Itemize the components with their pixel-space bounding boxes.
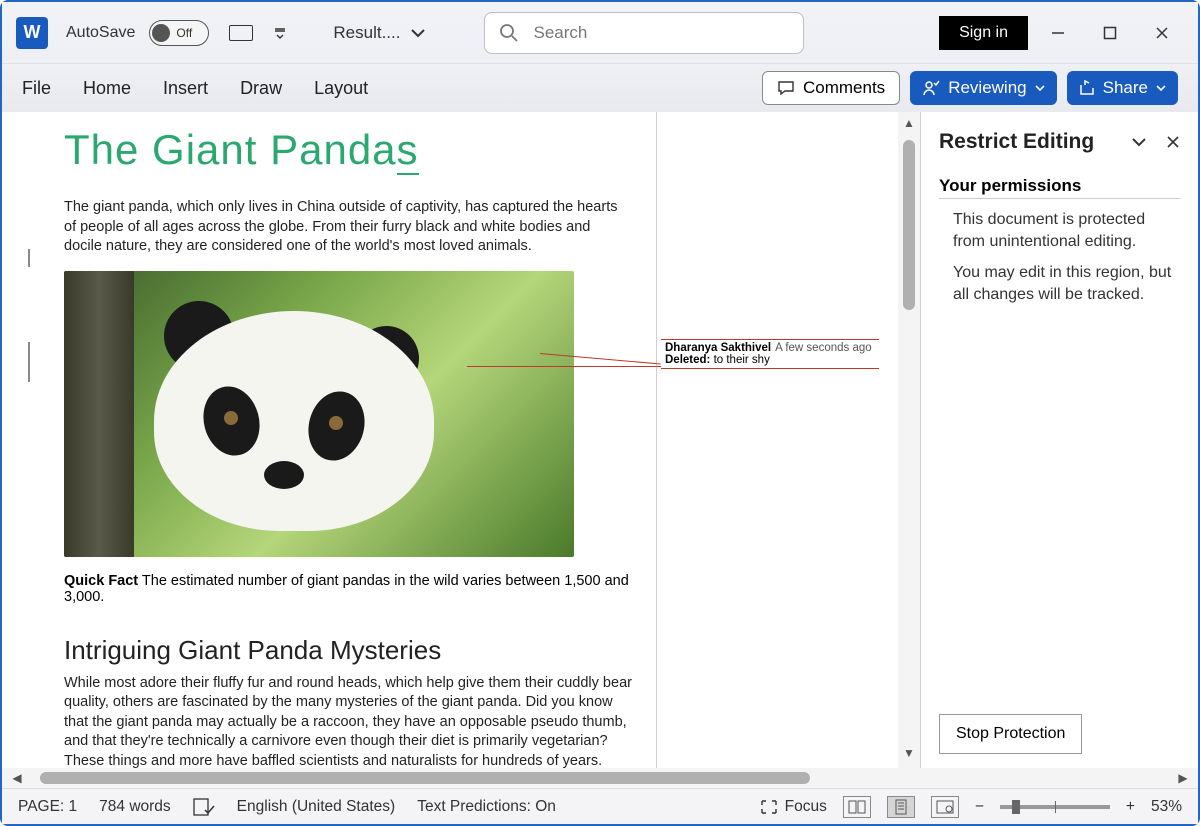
status-bar: PAGE: 1 784 words English (United States…	[2, 788, 1198, 824]
permissions-text-2: You may edit in this region, but all cha…	[953, 262, 1180, 305]
pane-header: Restrict Editing	[939, 130, 1180, 154]
reviewing-label: Reviewing	[948, 78, 1026, 98]
document-name[interactable]: Result....	[333, 23, 426, 43]
signin-button[interactable]: Sign in	[939, 16, 1028, 50]
book-icon	[848, 800, 866, 814]
track-change-balloon[interactable]: Dharanya Sakthivel A few seconds ago Dele…	[661, 339, 879, 369]
print-layout-button[interactable]	[887, 796, 915, 818]
zoom-level[interactable]: 53%	[1151, 798, 1182, 816]
read-mode-button[interactable]	[843, 796, 871, 818]
document-title: The Giant Pandas	[64, 126, 632, 174]
restrict-editing-pane: Restrict Editing Your permissions This d…	[920, 112, 1198, 768]
status-predictions[interactable]: Text Predictions: On	[417, 798, 556, 816]
pane-title: Restrict Editing	[939, 130, 1094, 154]
status-word-count[interactable]: 784 words	[99, 798, 171, 816]
scroll-left-icon[interactable]: ◀	[8, 771, 26, 785]
zoom-in-button[interactable]: +	[1126, 798, 1135, 816]
focus-icon	[759, 798, 779, 816]
autosave-label: AutoSave	[66, 24, 135, 42]
ribbon-display-icon[interactable]	[229, 25, 253, 41]
track-content: to their shy	[710, 354, 769, 366]
horizontal-scrollbar[interactable]: ◀ ▶	[2, 768, 1198, 788]
hscroll-thumb[interactable]	[40, 772, 810, 784]
chevron-down-icon	[1035, 84, 1045, 92]
stop-protection-button[interactable]: Stop Protection	[939, 714, 1082, 754]
search-input[interactable]: Search	[484, 12, 804, 54]
status-page[interactable]: PAGE: 1	[18, 798, 77, 816]
vertical-scrollbar[interactable]: ▲ ▼	[898, 112, 920, 768]
search-placeholder: Search	[533, 23, 587, 43]
page-icon	[894, 799, 908, 815]
tab-draw[interactable]: Draw	[240, 78, 282, 99]
scroll-thumb[interactable]	[903, 140, 915, 310]
tab-home[interactable]: Home	[83, 78, 131, 99]
minimize-button[interactable]	[1036, 11, 1080, 55]
search-icon	[499, 23, 519, 43]
qat-customize-icon[interactable]	[273, 26, 287, 40]
scroll-right-icon[interactable]: ▶	[1174, 771, 1192, 785]
tab-insert[interactable]: Insert	[163, 78, 208, 99]
focus-mode-button[interactable]: Focus	[759, 798, 827, 816]
share-icon	[1079, 80, 1095, 96]
title-tracked-char: s	[397, 126, 419, 175]
chevron-down-icon	[410, 28, 426, 38]
scroll-up-icon[interactable]: ▲	[903, 116, 915, 134]
comment-icon	[777, 80, 795, 96]
title-bar: W AutoSave Off Result.... Search Sign in	[2, 2, 1198, 64]
spellcheck-icon	[193, 798, 215, 816]
document-area: The Giant Pandas The giant panda, which …	[2, 112, 898, 768]
close-button[interactable]	[1140, 11, 1184, 55]
chevron-down-icon	[1156, 84, 1166, 92]
quick-fact-label: Quick Fact	[64, 573, 138, 589]
scroll-down-icon[interactable]: ▼	[903, 746, 915, 764]
document-page[interactable]: The Giant Pandas The giant panda, which …	[2, 112, 657, 768]
focus-label: Focus	[785, 798, 827, 816]
title-text: The Giant Panda	[64, 126, 397, 173]
change-marker-icon	[28, 342, 30, 382]
zoom-slider[interactable]	[1000, 805, 1110, 809]
track-time: A few seconds ago	[775, 342, 872, 354]
reviewing-icon	[922, 79, 940, 97]
web-icon	[936, 800, 954, 814]
reviewing-button[interactable]: Reviewing	[910, 71, 1056, 105]
permissions-text-1: This document is protected from unintent…	[953, 209, 1180, 252]
content-area: The Giant Pandas The giant panda, which …	[2, 112, 1198, 768]
tab-file[interactable]: File	[22, 78, 51, 99]
panda-image	[64, 271, 574, 557]
web-layout-button[interactable]	[931, 796, 959, 818]
pane-collapse-button[interactable]	[1130, 136, 1148, 148]
comments-label: Comments	[803, 78, 885, 98]
subheading: Intriguing Giant Panda Mysteries	[64, 635, 632, 666]
body-paragraph-1: The giant panda, which only lives in Chi…	[64, 198, 632, 257]
quick-fact-line: Quick Fact The estimated number of giant…	[64, 573, 632, 605]
tab-layout[interactable]: Layout	[314, 78, 368, 99]
status-language[interactable]: English (United States)	[237, 798, 396, 816]
pane-close-button[interactable]	[1166, 135, 1180, 149]
change-marker-icon	[28, 249, 30, 267]
track-action: Deleted:	[665, 354, 710, 366]
autosave-toggle[interactable]: Off	[149, 20, 209, 46]
track-connector-line	[467, 366, 661, 367]
track-author: Dharanya Sakthivel	[665, 342, 771, 354]
autosave-state: Off	[176, 26, 192, 40]
share-button[interactable]: Share	[1067, 71, 1178, 105]
document-name-text: Result....	[333, 23, 400, 43]
status-spellcheck[interactable]	[193, 798, 215, 816]
ribbon-tabs: File Home Insert Draw Layout Comments Re…	[2, 64, 1198, 112]
permissions-heading: Your permissions	[939, 176, 1180, 199]
toggle-knob-icon	[152, 24, 170, 42]
maximize-button[interactable]	[1088, 11, 1132, 55]
body-paragraph-2: While most adore their fluffy fur and ro…	[64, 674, 632, 768]
hscroll-track[interactable]	[26, 772, 1174, 784]
comments-button[interactable]: Comments	[762, 71, 900, 105]
quick-fact-text: The estimated number of giant pandas in …	[64, 573, 629, 605]
share-label: Share	[1103, 78, 1148, 98]
word-app-icon: W	[16, 17, 48, 49]
zoom-out-button[interactable]: −	[975, 798, 984, 816]
